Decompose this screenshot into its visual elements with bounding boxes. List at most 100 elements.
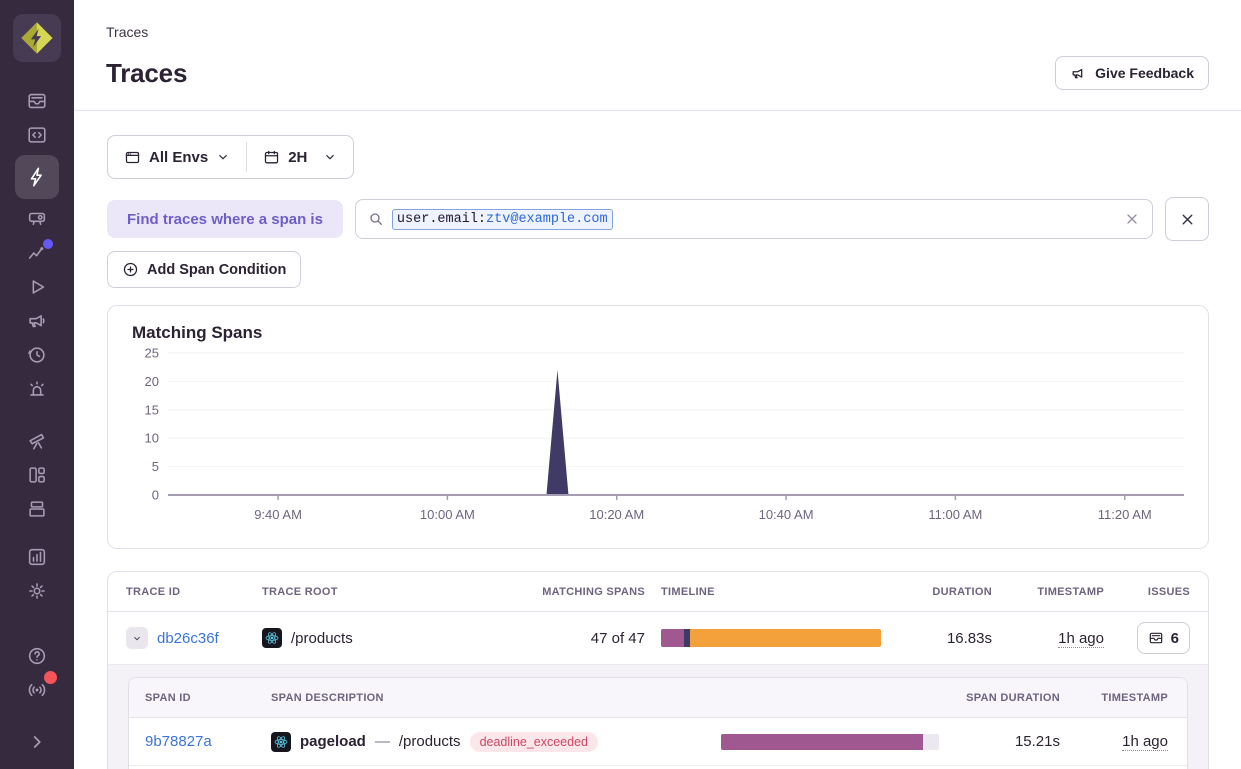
sidebar-item-explore[interactable] — [15, 155, 59, 199]
trace-table: Trace ID Trace Root Matching Spans Timel… — [107, 571, 1209, 769]
sidebar-item-crons[interactable] — [15, 492, 59, 526]
inbox-icon — [26, 90, 48, 112]
sidebar-collapse-toggle[interactable] — [15, 725, 59, 759]
col-span-duration: Span Duration — [966, 692, 1060, 704]
span-timeline-bar[interactable] — [721, 734, 939, 750]
breadcrumb[interactable]: Traces — [106, 24, 1209, 40]
col-duration: Duration — [932, 586, 992, 598]
environment-filter[interactable]: All Envs — [108, 136, 246, 178]
matching-spans-count: 47 of 47 — [591, 630, 645, 647]
chart-title: Matching Spans — [132, 323, 1188, 343]
search-filter-token[interactable]: user.email:ztv@example.com — [392, 209, 613, 230]
telescope-icon — [26, 430, 48, 452]
sidebar-item-whats-new[interactable] — [15, 673, 59, 707]
megaphone-icon — [26, 310, 48, 332]
svg-text:20: 20 — [145, 374, 159, 389]
layout-blocks-icon — [26, 464, 48, 486]
question-icon — [26, 645, 48, 667]
give-feedback-label: Give Feedback — [1095, 65, 1194, 81]
filter-bar: All Envs 2H — [107, 135, 354, 179]
token-key: user.email: — [397, 212, 486, 227]
col-timestamp: Timestamp — [1037, 586, 1104, 598]
trace-details-region: Span ID Span Description Span Duration T… — [108, 665, 1208, 769]
span-id-link[interactable]: 9b78827a — [145, 733, 255, 750]
svg-text:11:20 AM: 11:20 AM — [1098, 507, 1152, 522]
span-description: /products — [399, 733, 461, 750]
separator-dash: — — [375, 733, 390, 750]
sidebar-item-dashboards-alt[interactable] — [15, 458, 59, 492]
sidebar-item-issues[interactable] — [15, 84, 59, 118]
date-range-filter[interactable]: 2H — [247, 136, 353, 178]
svg-text:15: 15 — [145, 402, 159, 417]
span-condition-label: Find traces where a span is — [107, 200, 343, 238]
svg-text:10:20 AM: 10:20 AM — [589, 507, 644, 522]
calendar-icon — [263, 149, 280, 166]
col-trace-id: Trace ID — [126, 586, 246, 598]
span-table-header: Span ID Span Description Span Duration T… — [129, 678, 1187, 718]
app-root: Traces Traces Give Feedback All Envs — [0, 0, 1241, 769]
clear-search-icon[interactable] — [1124, 211, 1140, 227]
play-icon — [26, 276, 48, 298]
col-span-description: Span Description — [271, 692, 705, 704]
svg-text:5: 5 — [152, 459, 159, 474]
notification-dot-red — [44, 671, 57, 684]
content: All Envs 2H Find traces where a span is — [74, 111, 1241, 769]
remove-condition-button[interactable] — [1165, 197, 1209, 241]
react-platform-icon — [271, 732, 291, 752]
window-icon — [124, 149, 141, 166]
trace-timeline-bar[interactable] — [661, 629, 881, 647]
broadcast-icon — [26, 679, 48, 701]
sidebar-item-help[interactable] — [15, 639, 59, 673]
add-span-condition-button[interactable]: Add Span Condition — [107, 251, 301, 288]
sidebar-item-discover[interactable] — [15, 424, 59, 458]
page-title: Traces — [106, 58, 187, 89]
span-row: 9b78827a pageload — /products deadline_e… — [129, 718, 1187, 766]
siren-icon — [26, 378, 48, 400]
inbox-icon — [1148, 630, 1164, 646]
trace-row: db26c36f /products 47 of 47 16.83s 1h ag… — [108, 612, 1208, 665]
trace-duration: 16.83s — [947, 630, 992, 647]
react-platform-icon — [262, 628, 282, 648]
sidebar-item-dashboards[interactable] — [15, 202, 59, 236]
svg-text:10: 10 — [145, 431, 159, 446]
span-table: Span ID Span Description Span Duration T… — [128, 677, 1188, 769]
span-search-input[interactable]: user.email:ztv@example.com — [355, 199, 1153, 239]
span-timestamp[interactable]: 1h ago — [1122, 733, 1168, 751]
close-icon — [1179, 211, 1196, 228]
chevron-down-icon — [132, 632, 142, 645]
chevron-down-icon — [323, 150, 337, 164]
span-duration: 15.21s — [1015, 733, 1060, 750]
sidebar-item-replays[interactable] — [15, 338, 59, 372]
gear-icon — [26, 580, 48, 602]
sidebar-item-settings[interactable] — [15, 574, 59, 608]
svg-text:0: 0 — [152, 488, 159, 503]
app-logo[interactable] — [13, 14, 61, 62]
span-op: pageload — [300, 733, 366, 750]
sidebar-item-performance[interactable] — [15, 270, 59, 304]
storage-boxes-icon — [26, 498, 48, 520]
megaphone-icon — [1070, 65, 1087, 82]
trace-timestamp[interactable]: 1h ago — [1058, 630, 1104, 648]
sidebar-item-insights[interactable] — [15, 236, 59, 270]
give-feedback-button[interactable]: Give Feedback — [1055, 56, 1209, 90]
diamond-bolt-logo-icon — [20, 21, 54, 55]
col-issues: Issues — [1148, 586, 1190, 598]
sidebar-item-stats[interactable] — [15, 540, 59, 574]
main-area: Traces Traces Give Feedback All Envs — [74, 0, 1241, 769]
svg-text:10:40 AM: 10:40 AM — [759, 507, 814, 522]
col-span-id: Span ID — [145, 692, 255, 704]
sidebar-item-alerts[interactable] — [15, 372, 59, 406]
code-folder-icon — [26, 124, 48, 146]
trace-issues-button[interactable]: 6 — [1137, 622, 1190, 654]
sidebar — [0, 0, 74, 769]
collapse-trace-button[interactable] — [126, 627, 148, 649]
page-header: Traces Traces Give Feedback — [74, 0, 1241, 111]
bar-chart-icon — [26, 546, 48, 568]
span-status-badge: deadline_exceeded — [470, 732, 598, 752]
chevron-down-icon — [216, 150, 230, 164]
matching-spans-chart[interactable]: 05101520259:40 AM10:00 AM10:20 AM10:40 A… — [128, 345, 1190, 537]
sidebar-item-projects[interactable] — [15, 118, 59, 152]
svg-text:9:40 AM: 9:40 AM — [254, 507, 302, 522]
sidebar-item-releases[interactable] — [15, 304, 59, 338]
trace-id-link[interactable]: db26c36f — [157, 630, 219, 647]
